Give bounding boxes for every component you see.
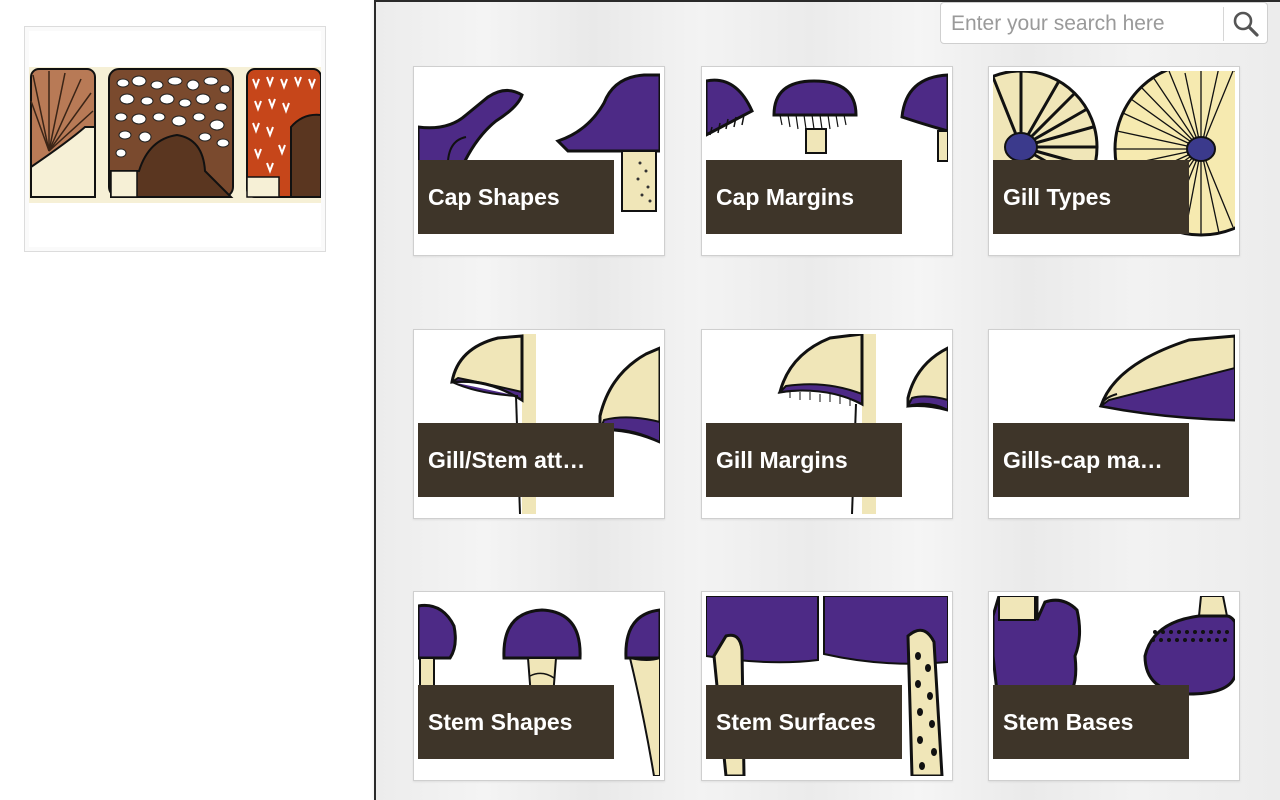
search-button[interactable]	[1229, 8, 1263, 40]
selected-item-thumbnail[interactable]	[24, 26, 326, 252]
search-input[interactable]	[951, 9, 1219, 39]
category-label: Stem Surfaces	[706, 685, 902, 759]
category-label: Gill Margins	[706, 423, 902, 497]
category-label: Gill Types	[993, 160, 1189, 234]
category-label: Stem Shapes	[418, 685, 614, 759]
category-tile-cap-shapes[interactable]: Cap Shapes	[413, 66, 665, 256]
search-box	[940, 2, 1268, 44]
sidebar	[0, 0, 374, 800]
category-label: Stem Bases	[993, 685, 1189, 759]
category-tile-stem-surfaces[interactable]: Stem Surfaces	[701, 591, 953, 781]
category-label: Gill/Stem att…	[418, 423, 614, 497]
category-label: Cap Margins	[706, 160, 902, 234]
category-label: Cap Shapes	[418, 160, 614, 234]
category-label: Gills-cap ma…	[993, 423, 1189, 497]
search-icon	[1233, 11, 1259, 37]
category-tile-stem-bases[interactable]: Stem Bases	[988, 591, 1240, 781]
category-tile-stem-shapes[interactable]: Stem Shapes	[413, 591, 665, 781]
category-tile-gill-types[interactable]: Gill Types	[988, 66, 1240, 256]
search-separator	[1223, 7, 1224, 41]
cap-texture-illustration	[29, 31, 322, 247]
category-tile-gill-margins[interactable]: Gill Margins	[701, 329, 953, 519]
category-tile-cap-margins[interactable]: Cap Margins	[701, 66, 953, 256]
category-tile-gills-cap-margin[interactable]: Gills-cap ma…	[988, 329, 1240, 519]
category-tile-gill-stem-attachment[interactable]: Gill/Stem att…	[413, 329, 665, 519]
